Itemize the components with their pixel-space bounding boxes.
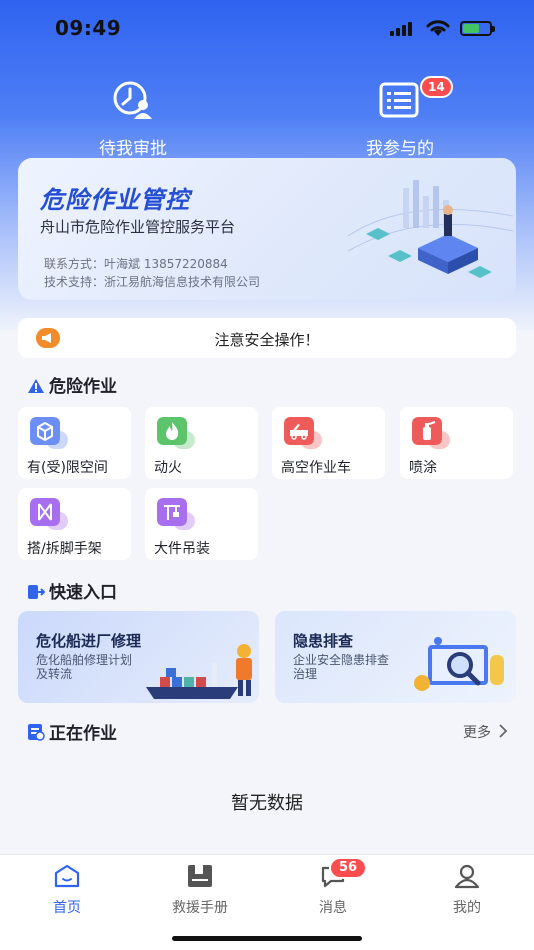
entry-door-icon [28,585,45,599]
danger-section-title: 危险作业 [27,372,117,397]
card-label: 动火 [154,460,182,476]
user-profile-icon [454,864,480,889]
banner-contact: 联系方式：叶海斌 13857220884 [44,257,228,271]
box-icon [30,417,60,445]
participated-label: 我参与的 [366,139,434,159]
home-icon [54,864,80,888]
scaffold-icon [30,498,60,526]
tab-label: 救援手册 [172,900,228,916]
quick-title: 危化船进厂修理 [36,632,142,650]
card-label: 有(受)限空间 [27,460,108,476]
cellular-signal-icon [390,20,416,36]
empty-state-text: 暂无数据 [231,793,303,814]
tab-label: 我的 [453,900,481,916]
warning-icon [28,379,44,393]
quick-hazard-check[interactable]: 隐患排查 企业安全隐患排查 治理 [275,611,516,703]
tab-label: 消息 [319,900,347,916]
quick-section-label: 快速入口 [49,583,117,603]
tab-messages[interactable]: 56 消息 [283,857,383,917]
card-heavy-lifting[interactable]: 大件吊装 [145,488,258,560]
approval-clock-icon [113,81,152,119]
pending-approval-label: 待我审批 [99,139,167,159]
tab-mine[interactable]: 我的 [417,863,517,917]
safety-notice[interactable]: 注意安全操作！ [18,318,516,358]
quick-desc: 危化船舶修理计划 及转流 [36,653,133,681]
quick-desc: 企业安全隐患排查 治理 [293,653,390,681]
quick-title: 隐患排查 [293,632,354,650]
banner-illustration [348,180,513,278]
quick-section-title: 快速入口 [27,578,117,603]
tab-rescue-manual[interactable]: 救援手册 [150,863,250,917]
platform-banner: 危险作业管控 舟山市危险作业管控服务平台 联系方式：叶海斌 1385722088… [18,158,516,300]
status-time: 09:49 [55,16,122,40]
card-label: 高空作业车 [281,460,351,476]
tab-label: 首页 [53,900,81,916]
working-section-label: 正在作业 [49,724,117,744]
card-confined-space[interactable]: 有(受)限空间 [18,407,131,479]
crane-icon [157,498,187,526]
card-spraying[interactable]: 喷涂 [400,407,513,479]
participated-badge: 14 [420,76,453,98]
list-document-icon [379,82,419,118]
ship-worker-illustration [146,644,252,699]
spray-extinguisher-icon [412,417,442,445]
banner-title: 危险作业管控 [40,186,190,214]
card-label: 搭/拆脚手架 [27,541,102,557]
banner-subtitle: 舟山市危险作业管控服务平台 [40,218,236,236]
participated-button[interactable]: 14 我参与的 [320,76,480,159]
card-label: 大件吊装 [154,541,210,557]
card-aerial-vehicle[interactable]: 高空作业车 [272,407,385,479]
battery-icon [460,21,495,36]
magnifier-screen-illustration [414,637,504,691]
fire-icon [157,417,187,445]
quick-ship-repair[interactable]: 危化船进厂修理 危化船舶修理计划 及转流 [18,611,259,703]
truck-icon [284,417,314,445]
notice-text: 注意安全操作！ [214,331,320,349]
working-section-title: 正在作业 [27,719,117,744]
banner-tech-support: 技术支持：浙江易航海信息技术有限公司 [44,275,261,289]
messages-badge: 56 [329,857,368,879]
status-bar: 09:49 [0,0,534,58]
tab-home[interactable]: 首页 [17,863,117,917]
card-hot-work[interactable]: 动火 [145,407,258,479]
chevron-right-icon [499,724,508,738]
more-link[interactable]: 更多 [463,722,508,742]
card-scaffolding[interactable]: 搭/拆脚手架 [18,488,131,560]
danger-section-label: 危险作业 [49,377,117,397]
clipboard-icon [28,724,45,741]
home-indicator [172,936,362,941]
card-label: 喷涂 [409,460,437,476]
more-label: 更多 [463,725,491,741]
manual-book-icon [188,865,212,887]
pending-approval-button[interactable]: 待我审批 [53,78,213,159]
wifi-icon [426,20,450,36]
